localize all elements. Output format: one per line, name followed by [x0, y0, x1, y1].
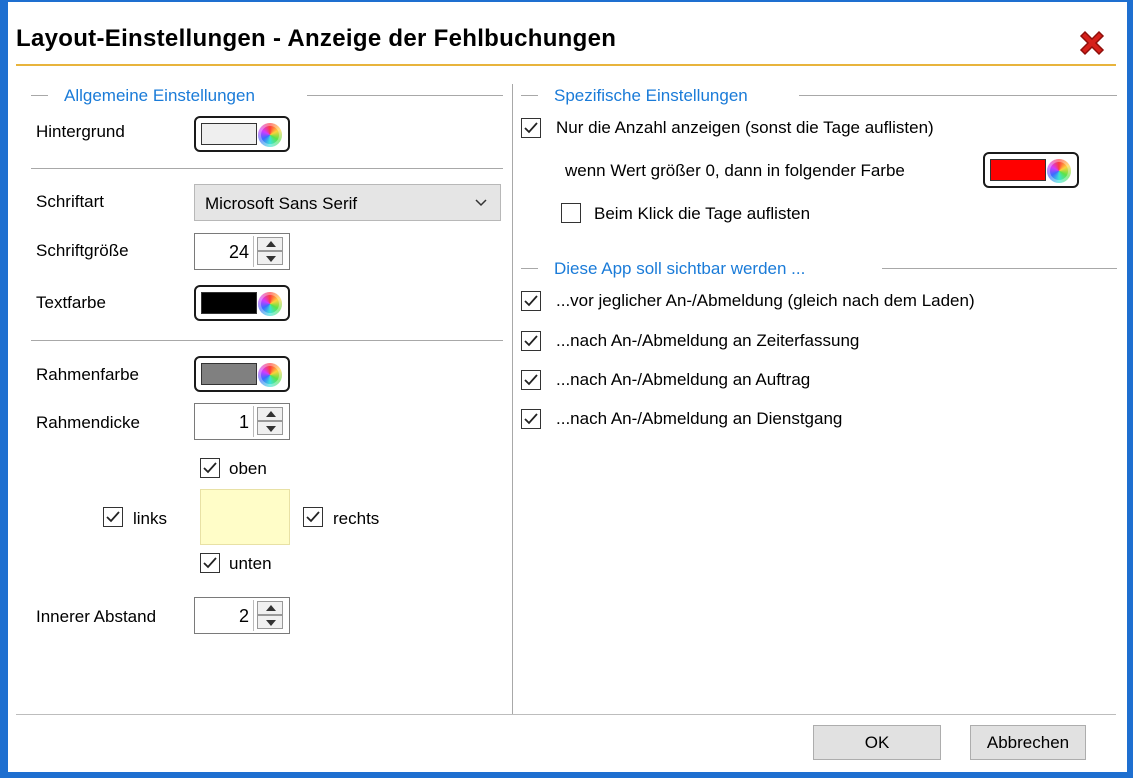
checkmark-icon — [524, 295, 538, 307]
visibility-option-checkbox[interactable] — [521, 370, 541, 390]
visibility-option-label: ...nach An-/Abmeldung an Zeiterfassung — [556, 331, 860, 350]
padding-label: Innerer Abstand — [36, 607, 157, 626]
border-preview — [200, 489, 290, 545]
group-line — [882, 268, 1117, 269]
border-bottom-label: unten — [229, 554, 272, 573]
border-top-checkbox[interactable] — [200, 458, 220, 478]
decrement-button[interactable] — [257, 421, 283, 435]
border-left-checkbox[interactable] — [103, 507, 123, 527]
cancel-button[interactable]: Abbrechen — [970, 725, 1086, 760]
checkmark-icon — [306, 511, 320, 523]
background-color-button[interactable] — [194, 116, 290, 152]
text-color-button[interactable] — [194, 285, 290, 321]
font-select[interactable]: Microsoft Sans Serif — [194, 184, 501, 221]
visibility-option-checkbox[interactable] — [521, 291, 541, 311]
border-left-label: links — [133, 509, 168, 528]
border-right-label: rechts — [333, 509, 380, 528]
text-color-label: Textfarbe — [36, 293, 106, 312]
group-visibility-label: Diese App soll sichtbar werden ... — [554, 259, 806, 278]
checkmark-icon — [524, 413, 538, 425]
arrow-up-icon — [266, 241, 276, 247]
text-color-swatch — [201, 292, 257, 314]
font-size-label: Schriftgröße — [36, 241, 129, 260]
visibility-option-checkbox[interactable] — [521, 331, 541, 351]
checkmark-icon — [106, 511, 120, 523]
border-bottom-checkbox[interactable] — [200, 553, 220, 573]
font-label: Schriftart — [36, 192, 105, 211]
close-x-icon[interactable] — [1075, 26, 1109, 60]
border-right-checkbox[interactable] — [303, 507, 323, 527]
border-color-swatch — [201, 363, 257, 385]
border-color-label: Rahmenfarbe — [36, 365, 140, 384]
background-label: Hintergrund — [36, 122, 125, 141]
border-top-label: oben — [229, 459, 267, 478]
footer-separator — [16, 714, 1116, 715]
decrement-button[interactable] — [257, 251, 283, 265]
stepper-arrows — [253, 236, 287, 267]
group-line — [799, 95, 1117, 96]
dialog-title: Layout-Einstellungen - Anzeige der Fehlb… — [16, 25, 617, 52]
visibility-option-label: ...vor jeglicher An-/Abmeldung (gleich n… — [556, 291, 975, 310]
font-size-stepper[interactable]: 24 — [194, 233, 290, 270]
checkmark-icon — [203, 557, 217, 569]
highlight-color-swatch — [990, 159, 1046, 181]
click-list-label: Beim Klick die Tage auflisten — [594, 204, 811, 223]
group-line — [521, 95, 538, 96]
arrow-down-icon — [266, 256, 276, 262]
padding-value: 2 — [238, 606, 249, 626]
count-only-label: Nur die Anzahl anzeigen (sonst die Tage … — [556, 118, 934, 137]
font-select-value: Microsoft Sans Serif — [205, 194, 358, 213]
color-wheel-icon — [1047, 159, 1071, 183]
visibility-option-label: ...nach An-/Abmeldung an Dienstgang — [556, 409, 843, 428]
count-only-checkbox[interactable] — [521, 118, 541, 138]
visibility-option-checkbox[interactable] — [521, 409, 541, 429]
separator — [31, 168, 503, 169]
checkmark-icon — [524, 122, 538, 134]
increment-button[interactable] — [257, 407, 283, 421]
stepper-arrows — [253, 600, 287, 631]
checkmark-icon — [524, 374, 538, 386]
highlight-color-label: wenn Wert größer 0, dann in folgender Fa… — [565, 161, 905, 180]
increment-button[interactable] — [257, 601, 283, 615]
group-line — [521, 268, 538, 269]
group-line — [307, 95, 503, 96]
arrow-down-icon — [266, 426, 276, 432]
group-line — [31, 95, 48, 96]
color-wheel-icon — [258, 123, 282, 147]
border-width-stepper[interactable]: 1 — [194, 403, 290, 440]
arrow-up-icon — [266, 605, 276, 611]
color-wheel-icon — [258, 363, 282, 387]
border-width-label: Rahmendicke — [36, 413, 140, 432]
border-color-button[interactable] — [194, 356, 290, 392]
highlight-color-button[interactable] — [983, 152, 1079, 188]
padding-stepper[interactable]: 2 — [194, 597, 290, 634]
chevron-down-icon — [475, 199, 487, 207]
separator — [31, 340, 503, 341]
checkmark-icon — [524, 335, 538, 347]
visibility-option-label: ...nach An-/Abmeldung an Auftrag — [556, 370, 811, 389]
increment-button[interactable] — [257, 237, 283, 251]
arrow-down-icon — [266, 620, 276, 626]
ok-button[interactable]: OK — [813, 725, 941, 760]
background-color-swatch — [201, 123, 257, 145]
checkmark-icon — [203, 462, 217, 474]
click-list-checkbox[interactable] — [561, 203, 581, 223]
panel-divider — [512, 84, 513, 714]
font-size-value: 24 — [228, 242, 249, 262]
arrow-up-icon — [266, 411, 276, 417]
stepper-arrows — [253, 406, 287, 437]
decrement-button[interactable] — [257, 615, 283, 629]
border-width-value: 1 — [238, 412, 249, 432]
group-general-label: Allgemeine Einstellungen — [64, 86, 255, 105]
color-wheel-icon — [258, 292, 282, 316]
group-specific-label: Spezifische Einstellungen — [554, 86, 748, 105]
